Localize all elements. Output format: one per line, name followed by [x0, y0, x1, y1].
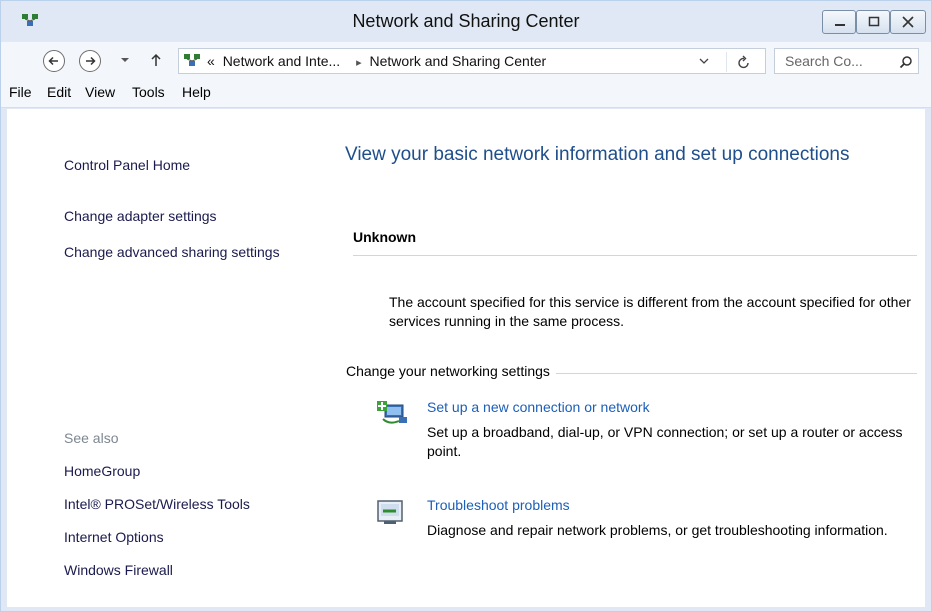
breadcrumb-item-network-and-internet[interactable]: Network and Inte... [223, 53, 341, 69]
maximize-icon [868, 16, 880, 27]
troubleshoot-problems-link[interactable]: Troubleshoot problems [427, 497, 570, 513]
change-advanced-sharing-settings-link[interactable]: Change advanced sharing settings [64, 242, 294, 262]
see-also-heading: See also [64, 430, 119, 446]
left-navigation-pane: Control Panel Home Change adapter settin… [7, 109, 337, 607]
recent-locations-chevron-icon[interactable] [120, 57, 130, 63]
content-area: Control Panel Home Change adapter settin… [7, 109, 925, 607]
troubleshoot-problems-description: Diagnose and repair network problems, or… [427, 522, 888, 538]
minimize-icon [835, 24, 845, 26]
breadcrumb-separator[interactable]: ▸ [356, 57, 362, 69]
minimize-button[interactable] [822, 10, 856, 34]
setup-connection-description: Set up a broadband, dial-up, or VPN conn… [427, 424, 903, 459]
window: Network and Sharing Center « Network and… [0, 0, 932, 612]
network-location-icon [184, 54, 200, 66]
up-arrow-icon[interactable] [150, 53, 162, 67]
windows-firewall-link[interactable]: Windows Firewall [64, 560, 314, 580]
intel-proset-wireless-tools-link[interactable]: Intel® PROSet/Wireless Tools [64, 494, 314, 514]
navigation-bar: « Network and Inte... ▸ Network and Shar… [1, 41, 931, 77]
search-icon[interactable] [899, 55, 913, 69]
homegroup-link[interactable]: HomeGroup [64, 461, 314, 481]
maximize-button[interactable] [856, 10, 890, 34]
network-name: Unknown [353, 229, 416, 245]
close-button[interactable] [890, 10, 926, 34]
menu-help[interactable]: Help [182, 84, 211, 100]
search-input[interactable] [785, 52, 895, 70]
back-button[interactable] [43, 50, 65, 72]
troubleshoot-icon [377, 500, 403, 524]
new-connection-icon [377, 401, 407, 424]
control-panel-home-link[interactable]: Control Panel Home [64, 155, 314, 175]
change-adapter-settings-link[interactable]: Change adapter settings [64, 206, 314, 226]
address-field[interactable]: « Network and Inte... ▸ Network and Shar… [178, 48, 766, 74]
setup-connection-link[interactable]: Set up a new connection or network [427, 399, 650, 415]
arrow-left-icon [48, 56, 58, 66]
arrow-right-icon [86, 56, 96, 66]
breadcrumb-overflow[interactable]: « [207, 53, 215, 69]
menu-tools[interactable]: Tools [132, 84, 165, 100]
address-dropdown-chevron-icon[interactable] [699, 57, 709, 65]
refresh-button[interactable] [726, 52, 762, 72]
menu-file[interactable]: File [9, 84, 32, 100]
network-status-message: The account specified for this service i… [389, 294, 911, 329]
refresh-icon [738, 55, 749, 69]
internet-options-link[interactable]: Internet Options [64, 527, 314, 547]
menu-edit[interactable]: Edit [47, 84, 71, 100]
title-bar[interactable]: Network and Sharing Center [1, 1, 931, 41]
close-icon [902, 16, 914, 28]
page-title: View your basic network information and … [345, 144, 850, 165]
window-title: Network and Sharing Center [352, 11, 580, 31]
divider [353, 255, 917, 256]
main-pane: View your basic network information and … [345, 109, 925, 607]
breadcrumb: « Network and Inte... ▸ Network and Shar… [207, 53, 550, 69]
forward-button[interactable] [79, 50, 101, 72]
menu-view[interactable]: View [85, 84, 115, 100]
section-heading-networking-settings: Change your networking settings [346, 363, 556, 379]
menu-bar: File Edit View Tools Help [1, 77, 931, 108]
search-box[interactable] [774, 48, 919, 74]
breadcrumb-item-network-and-sharing-center[interactable]: Network and Sharing Center [370, 53, 547, 69]
